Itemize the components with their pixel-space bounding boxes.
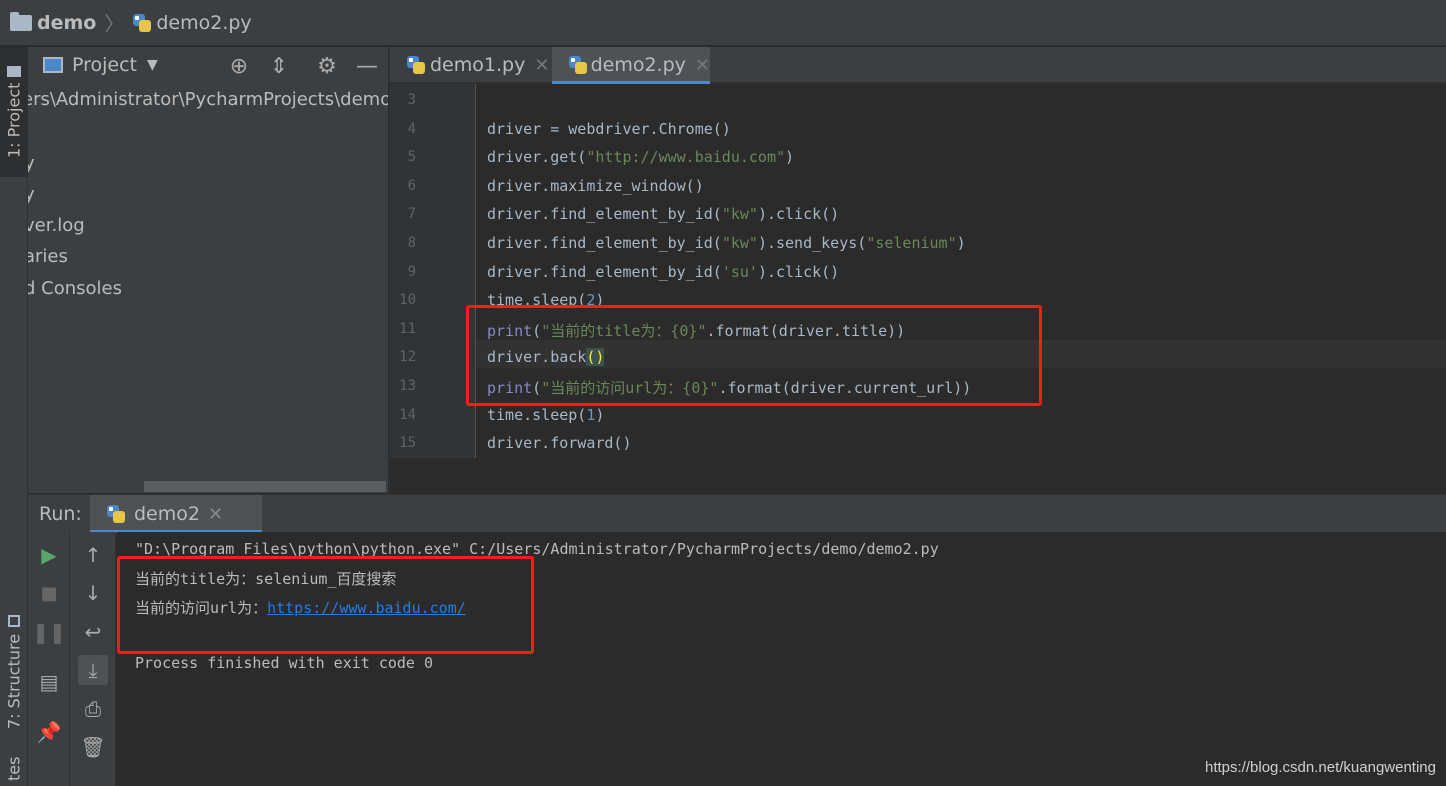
breadcrumb-file[interactable]: demo2.py [156,12,251,34]
tool-window-project-tab[interactable]: 1: Project [0,47,28,177]
python-file-icon [568,55,587,75]
tool-window-structure-tab[interactable]: 7: Structure [0,602,28,742]
code-line[interactable]: driver.forward() [487,434,632,452]
left-tool-strip: 1: Project 7: Structure tes [0,47,28,786]
tool-window-favorites-tab[interactable]: tes [0,752,28,786]
project-tree: ers\Administrator\PycharmProjects\demo y… [28,83,388,493]
folder-icon [10,11,32,31]
code-line[interactable]: driver.find_element_by_id("kw").send_key… [487,234,966,252]
pause-icon[interactable]: ❚❚ [32,617,66,647]
python-file-icon [406,55,426,75]
scroll-to-end-icon[interactable]: ⤓ [78,655,108,685]
tree-item[interactable]: aries [28,242,68,272]
editor-blank-area [389,458,1446,493]
editor-tab-label: demo2.py [590,54,686,76]
tree-item[interactable]: ers\Administrator\PycharmProjects\demo [28,85,388,115]
pin-icon[interactable]: 📌 [34,717,64,747]
layout-icon[interactable]: ▤ [34,667,64,697]
tree-item[interactable]: y [28,149,35,179]
line-number: 9 [407,264,416,280]
tool-window-project-label: 1: Project [4,82,24,159]
run-tab-label: demo2 [134,503,200,525]
run-toolbar-primary: ▶ ■ ❚❚ ▤ 📌 [28,532,70,786]
project-horizontal-scrollbar[interactable] [144,481,386,492]
tree-item[interactable]: d Consoles [28,274,122,304]
rerun-icon[interactable]: ▶ [34,540,64,570]
line-number: 10 [399,292,416,308]
code-line[interactable]: driver.get("http://www.baidu.com") [487,148,794,166]
folder-icon [7,65,21,77]
print-icon[interactable]: ⎙ [78,694,108,724]
line-number: 14 [399,407,416,423]
run-toolbar-secondary: ↑ ↓ ↩ ⤓ ⎙ 🗑 [70,532,116,786]
code-line[interactable]: time.sleep(1) [487,406,604,424]
project-panel-header: Project ▼ ⊕ ⇕ ⚙ — [28,47,388,83]
python-file-icon [132,13,152,33]
run-panel-header: Run: demo2 ✕ [28,494,1446,533]
collapse-all-icon[interactable]: ⇕ [266,53,292,79]
hide-panel-icon[interactable]: — [354,53,380,79]
pycharm-window: demo 〉 demo2.py 1: Project 7: Structure … [0,0,1446,786]
code-line[interactable]: driver.find_element_by_id("kw").click() [487,205,839,223]
python-icon [106,504,126,524]
annotation-box-output [117,556,534,654]
gear-icon[interactable]: ⚙ [314,53,340,79]
line-number: 15 [399,435,416,451]
editor-tab-bar: demo1.py ✕ demo2.py ✕ [389,47,1446,84]
structure-icon [8,615,20,628]
breadcrumb-project[interactable]: demo [37,12,96,34]
console-exit-line: Process finished with exit code 0 [135,654,434,672]
close-icon[interactable]: ✕ [534,55,549,76]
line-number: 12 [399,349,416,365]
watermark: https://blog.csdn.net/kuangwenting [1205,759,1436,776]
line-number-gutter: 3 4 5 6 7 8 9 10 11 12 13 14 15 [390,84,476,458]
trash-icon[interactable]: 🗑 [78,732,108,762]
line-number: 7 [407,206,416,222]
line-number: 8 [407,235,416,251]
tool-window-structure-label: 7: Structure [4,633,24,729]
tool-window-favorites-label: tes [4,756,24,782]
line-number: 5 [407,149,416,165]
line-number: 3 [407,92,416,108]
locate-icon[interactable]: ⊕ [226,53,252,79]
stop-icon[interactable]: ■ [34,578,64,608]
editor-tab-label: demo1.py [430,54,526,76]
tree-item[interactable]: y [28,180,35,210]
soft-wrap-icon[interactable]: ↩ [78,617,108,647]
code-line[interactable]: driver = webdriver.Chrome() [487,120,731,138]
project-view-icon [43,57,63,73]
close-icon[interactable]: ✕ [695,55,710,76]
code-line[interactable]: driver.maximize_window() [487,177,704,195]
tree-item[interactable]: ver.log [28,211,85,241]
run-tab-demo2[interactable]: demo2 ✕ [90,495,262,533]
chevron-right-icon: 〉 [104,12,125,36]
arrow-down-icon[interactable]: ↓ [78,578,108,608]
close-icon[interactable]: ✕ [208,504,223,525]
line-number: 6 [407,178,416,194]
arrow-up-icon[interactable]: ↑ [78,540,108,570]
line-number: 11 [399,321,416,337]
line-number: 4 [407,121,416,137]
editor-tab-demo2[interactable]: demo2.py ✕ [552,47,710,84]
line-number: 13 [399,378,416,394]
chevron-down-icon[interactable]: ▼ [147,57,158,73]
code-line[interactable]: driver.find_element_by_id('su').click() [487,263,839,281]
breadcrumb: demo 〉 demo2.py [0,0,1446,46]
editor-tab-demo1[interactable]: demo1.py ✕ [390,47,552,83]
project-view-selector[interactable]: Project [72,54,137,76]
annotation-box-code [466,305,1042,406]
